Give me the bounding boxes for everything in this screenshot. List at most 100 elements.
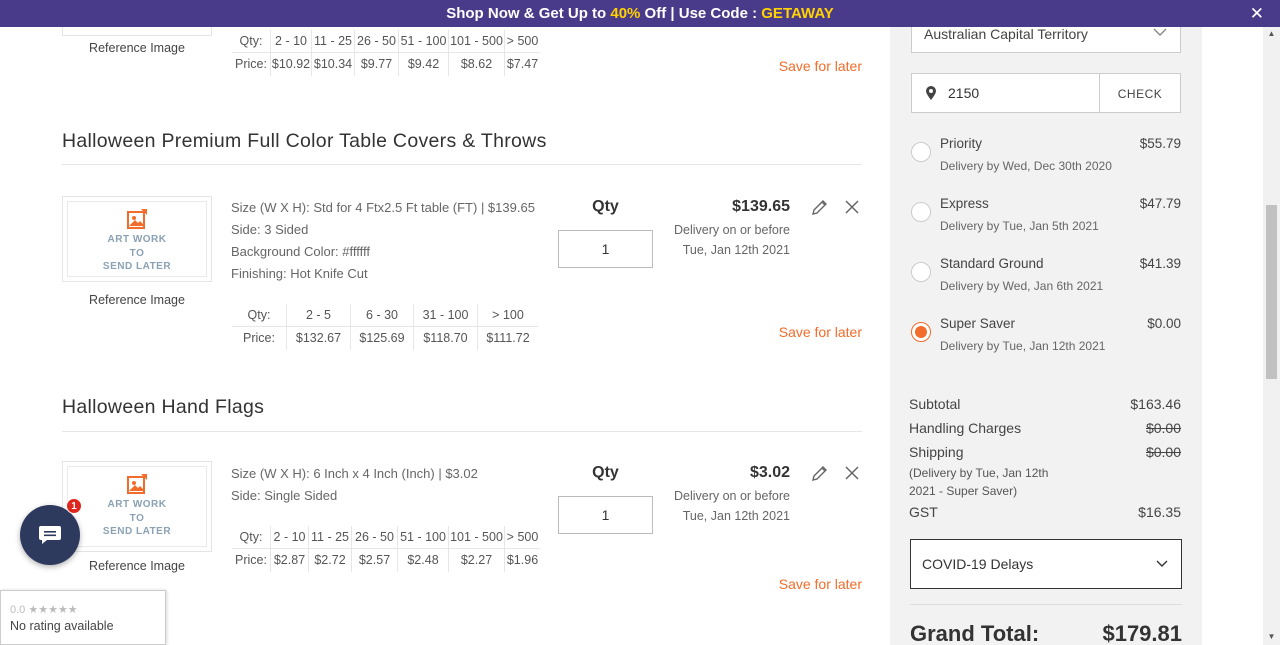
tier-price: $7.47 <box>504 53 540 76</box>
product-title: Halloween Hand Flags <box>62 396 265 418</box>
check-postcode-button[interactable]: CHECK <box>1099 73 1181 113</box>
promo-code: GETAWAY <box>761 5 834 22</box>
shipping-option-standard-ground[interactable]: Standard Ground $41.39 Delivery by Wed, … <box>911 256 1181 306</box>
quantity-input[interactable]: 1 <box>558 230 653 268</box>
shipping-option-super-saver[interactable]: Super Saver $0.00 Delivery by Tue, Jan 1… <box>911 316 1181 366</box>
shipping-option-delivery: Delivery by Wed, Dec 30th 2020 <box>940 159 1112 173</box>
star-icons: ★★★★★ <box>28 604 78 616</box>
tier-price: $125.69 <box>350 327 413 350</box>
qty-label: Qty <box>592 464 619 481</box>
shipping-option-cost: $0.00 <box>1147 316 1181 331</box>
radio-button[interactable] <box>911 262 931 282</box>
delivery-date: Tue, Jan 12th 2021 <box>682 243 790 257</box>
scroll-up-arrow[interactable]: ▲ <box>1266 29 1277 38</box>
location-pin-icon <box>926 86 936 100</box>
tier-qty-row: Qty: 2 - 10 11 - 25 26 - 50 51 - 100 101… <box>232 526 540 549</box>
handling-label: Handling Charges <box>909 420 1022 436</box>
postcode-value: 2150 <box>948 85 980 101</box>
spec-background-color: Background Color: #ffffff <box>231 244 371 259</box>
shipping-option-name: Super Saver <box>940 316 1016 331</box>
covid-delays-label: COVID-19 Delays <box>922 556 1034 572</box>
shipping-note: (Delivery by Tue, Jan 12th 2021 - Super … <box>909 464 1069 500</box>
postcode-input[interactable]: 2150 <box>911 73 1100 113</box>
grand-total-label: Grand Total: <box>910 621 1040 645</box>
spec-size: Size (W X H): Std for 4 Ftx2.5 Ft table … <box>231 200 535 215</box>
tier-price: $9.42 <box>398 53 448 76</box>
promo-percent: 40% <box>610 5 641 22</box>
tier-price-label: Price: <box>243 331 275 345</box>
divider <box>910 604 1182 605</box>
save-for-later-link[interactable]: Save for later <box>779 576 862 592</box>
state-select-value: Australian Capital Territory <box>924 26 1088 42</box>
shipping-option-express[interactable]: Express $47.79 Delivery by Tue, Jan 5th … <box>911 196 1181 246</box>
edit-pencil-icon[interactable] <box>810 197 830 217</box>
tier-price: $2.72 <box>308 549 351 572</box>
quantity-input[interactable]: 1 <box>558 496 653 534</box>
shipping-option-delivery: Delivery by Tue, Jan 12th 2021 <box>940 339 1106 353</box>
image-upload-icon <box>127 209 147 229</box>
rating-stars: 0.0 ★★★★★ <box>10 603 78 616</box>
tier-price: $2.27 <box>448 549 504 572</box>
chevron-down-icon <box>1156 560 1168 567</box>
tier-qty: > 100 <box>477 304 538 327</box>
reference-image-label: Reference Image <box>89 41 185 55</box>
remove-item-icon[interactable] <box>842 463 862 483</box>
shipping-option-delivery: Delivery by Wed, Jan 6th 2021 <box>940 279 1104 293</box>
reference-image-label: Reference Image <box>89 559 185 573</box>
edit-pencil-icon[interactable] <box>810 463 830 483</box>
tier-price: $10.92 <box>270 53 311 76</box>
tier-price-row: Price: $132.67 $125.69 $118.70 $111.72 <box>232 327 538 350</box>
shipping-option-cost: $55.79 <box>1139 136 1181 151</box>
shipping-option-priority[interactable]: Priority $55.79 Delivery by Wed, Dec 30t… <box>911 136 1181 186</box>
covid-delays-accordion[interactable]: COVID-19 Delays <box>910 539 1182 589</box>
tier-price-row: Price: $10.92 $10.34 $9.77 $9.42 $8.62 $… <box>232 53 540 76</box>
tier-qty: 51 - 100 <box>398 30 448 53</box>
divider <box>62 431 862 432</box>
remove-item-icon[interactable] <box>842 197 862 217</box>
artwork-text: SEND LATER <box>102 526 172 537</box>
gst-label: GST <box>909 504 938 520</box>
gst-row: GST $16.35 <box>909 504 1181 520</box>
shipping-option-delivery: Delivery by Tue, Jan 5th 2021 <box>940 219 1099 233</box>
grand-total-row: Grand Total: $179.81 <box>910 621 1182 645</box>
shipping-label: Shipping <box>909 444 964 460</box>
chat-launcher-button[interactable] <box>20 505 80 565</box>
radio-button[interactable] <box>911 202 931 222</box>
shipping-option-cost: $41.39 <box>1139 256 1181 271</box>
radio-button-selected[interactable] <box>911 322 931 342</box>
tier-qty: 101 - 500 <box>448 526 504 549</box>
tier-price: $2.87 <box>270 549 308 572</box>
handling-row: Handling Charges $0.00 <box>909 420 1181 436</box>
tier-qty: 11 - 25 <box>311 30 354 53</box>
rating-widget[interactable]: 0.0 ★★★★★ No rating available <box>0 590 166 645</box>
delivery-label: Delivery on or before <box>673 223 790 237</box>
spec-side: Side: Single Sided <box>231 488 338 503</box>
handling-value: $0.00 <box>1145 420 1181 436</box>
spec-side: Side: 3 Sided <box>231 222 309 237</box>
radio-button[interactable] <box>911 142 931 162</box>
reference-image-label: Reference Image <box>89 293 185 307</box>
scroll-down-arrow[interactable]: ▼ <box>1266 632 1277 641</box>
tier-qty-label: Qty: <box>232 30 270 53</box>
tier-price: $118.70 <box>413 327 477 350</box>
tier-qty: 26 - 50 <box>351 526 397 549</box>
promo-text: Shop Now & Get Up to <box>446 5 611 22</box>
reference-image: ART WORK TO SEND LATER <box>62 196 212 282</box>
close-icon[interactable]: ✕ <box>1250 0 1264 27</box>
shipping-option-name: Standard Ground <box>940 256 1044 271</box>
artwork-text: TO <box>129 247 145 259</box>
shipping-value: $0.00 <box>1145 444 1181 460</box>
save-for-later-link[interactable]: Save for later <box>779 58 862 74</box>
tier-qty: 26 - 50 <box>354 30 398 53</box>
save-for-later-link[interactable]: Save for later <box>779 324 862 340</box>
scrollbar-thumb[interactable] <box>1266 205 1277 379</box>
tier-price: $132.67 <box>286 327 350 350</box>
artwork-text: TO <box>129 512 145 524</box>
shipping-note-line: (Delivery by Tue, Jan 12th <box>909 466 1049 480</box>
shipping-note-line: 2021 - Super Saver) <box>909 484 1018 498</box>
subtotal-row: Subtotal $163.46 <box>909 396 1181 412</box>
tier-qty: > 500 <box>504 526 540 549</box>
price-tier-table: Qty: 2 - 10 11 - 25 26 - 50 51 - 100 101… <box>232 30 540 76</box>
tier-qty: 31 - 100 <box>413 304 477 327</box>
chat-bubble-icon <box>39 526 61 544</box>
